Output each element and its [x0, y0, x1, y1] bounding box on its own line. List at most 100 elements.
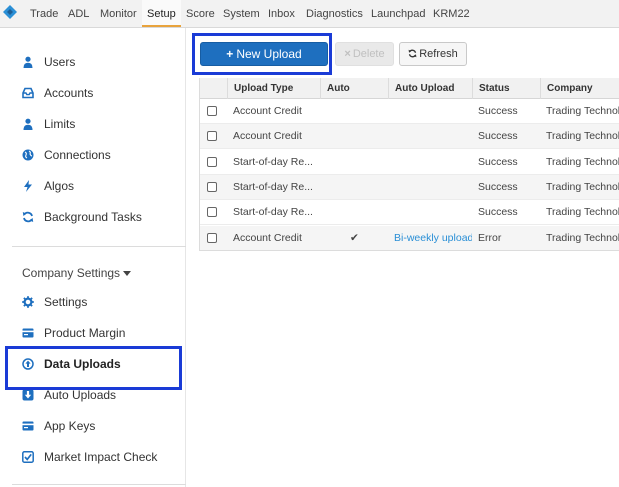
type-cell: Account Credit [233, 105, 302, 117]
row-select-checkbox[interactable] [207, 106, 217, 116]
section-title: Company Settings [22, 266, 121, 280]
row-select-checkbox[interactable] [207, 131, 217, 142]
bolt-icon [24, 180, 32, 192]
uploads-table: Upload Type Auto Auto Upload Status Comp… [199, 78, 619, 251]
type-cell: Start-of-day Re... [233, 155, 313, 168]
nav-adl[interactable]: ADL [68, 0, 89, 27]
table-row[interactable]: Account Credit Success Trading Technologie… [200, 124, 619, 150]
column-header-company[interactable]: Company [540, 78, 619, 99]
select-column-header[interactable] [200, 78, 227, 99]
status-cell: Success [478, 180, 518, 193]
table-row[interactable]: Account Credit ✔ Bi-weekly upload Error Trad… [200, 225, 619, 251]
sidebar-item-label: Limits [44, 117, 76, 131]
company-cell: Trading Technologies [546, 130, 619, 143]
status-cell: Success [478, 206, 518, 219]
top-nav: Trade ADL Monitor Setup Score System Inb… [0, 0, 619, 28]
nav-krm22[interactable]: KRM22 [433, 0, 470, 27]
refresh-icon [22, 211, 34, 223]
column-header-auto-upload[interactable]: Auto Upload [388, 78, 472, 99]
sidebar-item-label: Accounts [44, 86, 94, 100]
status-cell: Success [478, 155, 518, 168]
download-icon [22, 389, 34, 401]
inbox-icon [22, 87, 34, 99]
nav-monitor[interactable]: Monitor [100, 0, 137, 27]
user-icon [23, 118, 33, 130]
checkbox-icon [22, 451, 34, 463]
nav-trade[interactable]: Trade [30, 0, 58, 27]
table-row[interactable]: Start-of-day Re... Success Trading Technol… [200, 200, 619, 226]
sidebar-item-connections[interactable]: Connections [0, 141, 186, 169]
auto-upload-cell [388, 124, 472, 149]
app-logo-icon[interactable] [2, 4, 18, 22]
table-row[interactable]: Account Credit Success Trading Technologie… [200, 99, 619, 124]
sidebar-item-settings[interactable]: Settings [0, 288, 186, 316]
close-icon: × [344, 48, 351, 60]
row-select-checkbox[interactable] [207, 156, 217, 167]
table-header: Upload Type Auto Auto Upload Status Comp… [200, 78, 619, 99]
sidebar-divider [12, 246, 186, 247]
auto-cell [320, 175, 388, 200]
auto-cell [320, 124, 388, 149]
check-icon: ✔ [350, 231, 359, 244]
delete-label: Delete [352, 48, 385, 60]
gear-icon [22, 296, 34, 308]
sidebar-item-algos[interactable]: Algos [0, 172, 186, 200]
type-cell: Start-of-day Re... [233, 206, 313, 219]
auto-cell [320, 150, 388, 175]
type-cell: Account Credit [233, 231, 302, 244]
refresh-icon [408, 49, 417, 58]
nav-setup[interactable]: Setup [142, 0, 181, 27]
sidebar-item-label: Market Impact Check [44, 450, 158, 464]
sidebar-item-accounts[interactable]: Accounts [0, 79, 186, 107]
sidebar-item-app-keys[interactable]: App Keys [0, 412, 186, 440]
sidebar-item-market-impact-check[interactable]: Market Impact Check [0, 443, 186, 471]
refresh-button[interactable]: Refresh [399, 42, 467, 66]
company-cell: Trading Technologies [546, 206, 619, 219]
nav-launchpad[interactable]: Launchpad [371, 0, 425, 27]
sidebar-divider [12, 484, 186, 485]
highlight-new-upload [192, 33, 332, 75]
company-cell: Trading Technologies [546, 155, 619, 168]
company-cell: Trading Technologies [546, 231, 619, 244]
row-select-checkbox[interactable] [207, 232, 217, 243]
delete-button[interactable]: × Delete [335, 42, 394, 66]
status-cell: Success [478, 105, 518, 117]
card-icon [22, 421, 34, 431]
auto-upload-cell[interactable]: Bi-weekly upload [388, 226, 472, 251]
row-select-checkbox[interactable] [207, 181, 217, 192]
auto-upload-cell [388, 150, 472, 175]
sidebar-item-label: Algos [44, 179, 75, 193]
table-row[interactable]: Start-of-day Re... Success Trading Technol… [200, 174, 619, 200]
auto-upload-cell [388, 175, 472, 200]
card-icon [22, 328, 34, 338]
column-header-upload-type[interactable]: Upload Type [227, 78, 320, 99]
sidebar-item-label: Product Margin [44, 326, 126, 340]
sidebar-item-product-margin[interactable]: Product Margin [0, 319, 186, 347]
auto-upload-cell [388, 200, 472, 225]
sidebar-item-limits[interactable]: Limits [0, 110, 186, 138]
status-cell: Error [478, 231, 502, 244]
nav-inbox[interactable]: Inbox [268, 0, 295, 27]
sidebar: Users Accounts Limits Connections Algos … [0, 28, 186, 487]
company-settings-toggle[interactable]: Company Settings [22, 266, 132, 280]
auto-cell [320, 200, 388, 225]
type-cell: Start-of-day Re... [233, 180, 313, 193]
nav-diagnostics[interactable]: Diagnostics [306, 0, 363, 27]
sidebar-item-label: Settings [44, 295, 88, 309]
user-icon [23, 56, 33, 68]
sidebar-item-background-tasks[interactable]: Background Tasks [0, 203, 186, 231]
auto-upload-cell [388, 99, 472, 124]
row-select-checkbox[interactable] [207, 207, 217, 218]
sidebar-item-label: Background Tasks [44, 210, 142, 224]
nav-system[interactable]: System [223, 0, 260, 27]
table-row[interactable]: Start-of-day Re... Success Trading Technol… [200, 150, 619, 175]
column-header-status[interactable]: Status [472, 78, 540, 99]
auto-cell [320, 99, 388, 124]
sidebar-item-users[interactable]: Users [0, 48, 186, 76]
type-cell: Account Credit [233, 130, 302, 143]
column-header-auto[interactable]: Auto [320, 78, 388, 99]
globe-icon [22, 149, 34, 161]
sidebar-item-label: Connections [44, 148, 111, 162]
nav-score[interactable]: Score [186, 0, 215, 27]
sidebar-item-label: App Keys [44, 419, 96, 433]
